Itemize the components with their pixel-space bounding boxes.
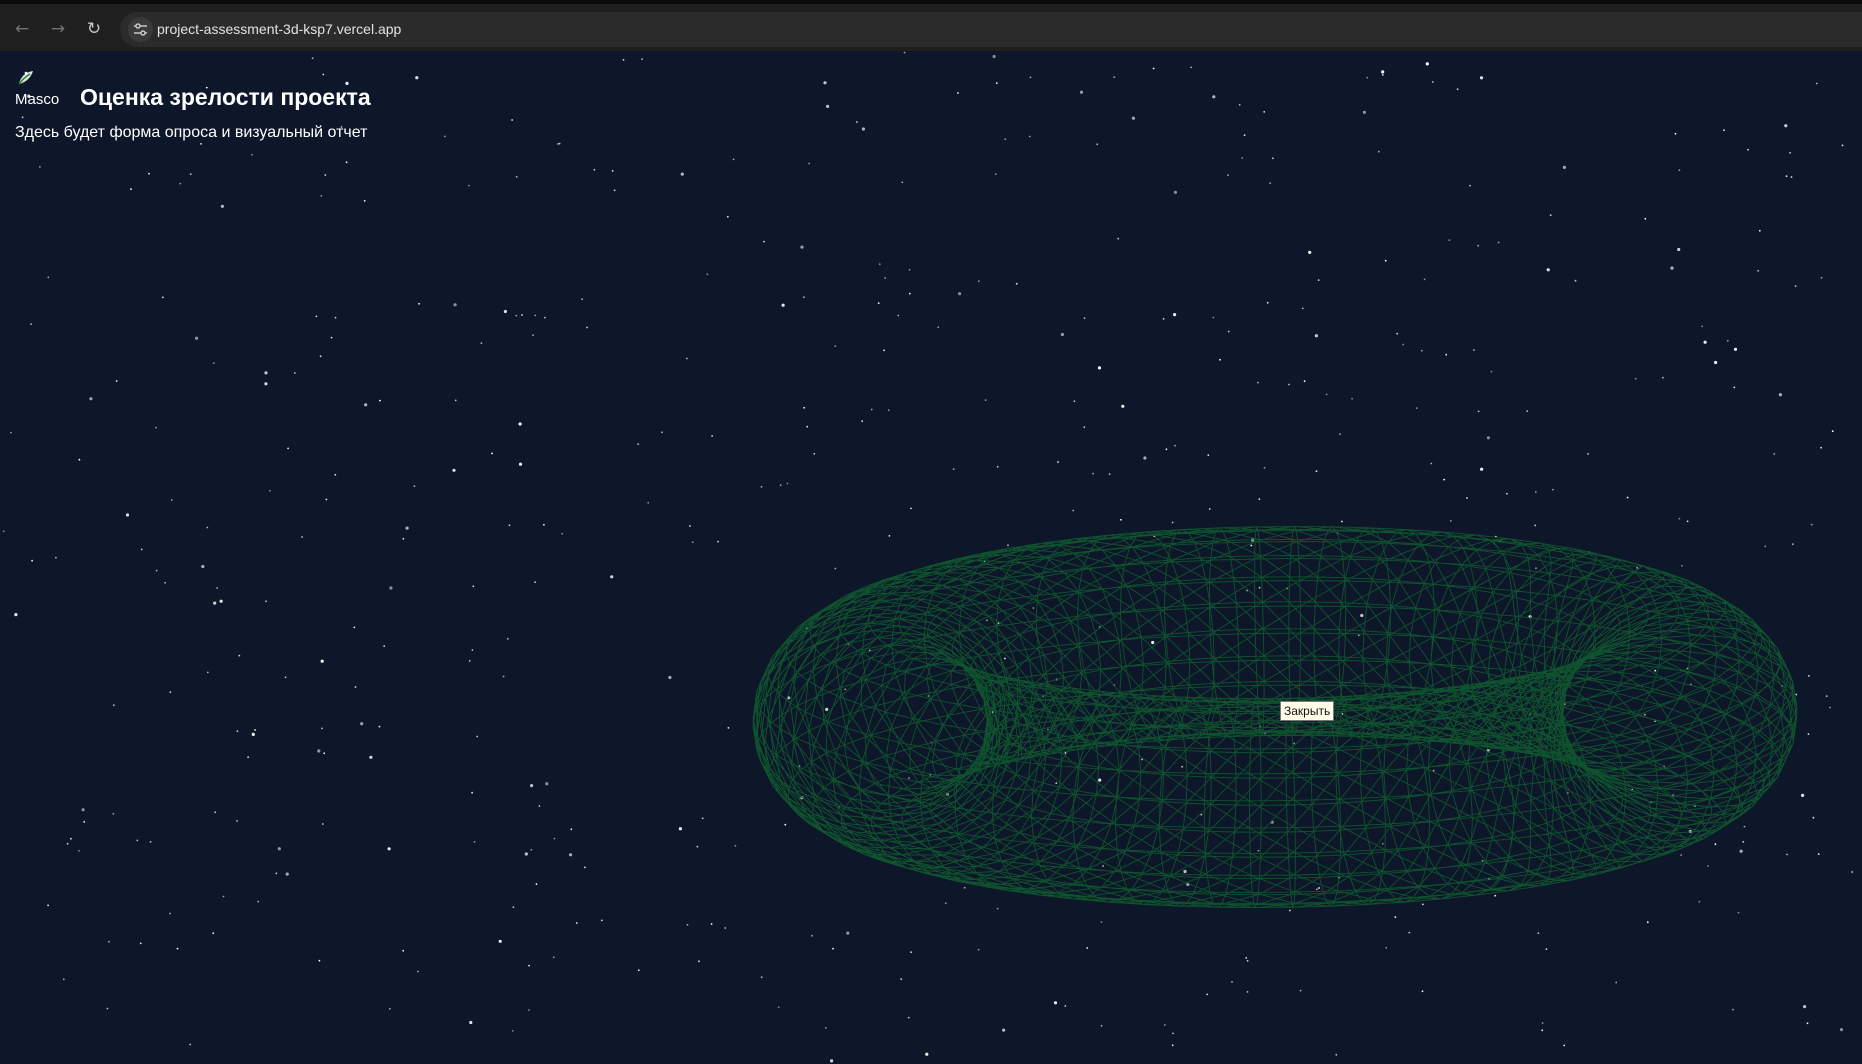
page-viewport: Masco Оценка зрелости проекта Здесь буде… <box>0 51 1862 1064</box>
reload-icon[interactable]: ↻ <box>82 17 106 41</box>
leaf-icon <box>18 71 33 85</box>
forward-arrow-icon[interactable]: → <box>46 17 70 41</box>
back-arrow-icon[interactable]: ← <box>10 17 34 41</box>
page-subtitle: Здесь будет форма опроса и визуальный от… <box>15 124 368 141</box>
tooltip: Закрыть <box>1280 701 1335 721</box>
site-info-icon[interactable] <box>128 17 153 42</box>
torus-mesh <box>752 525 1798 909</box>
logo-text: Masco <box>15 91 60 108</box>
url-text[interactable]: project-assessment-3d-ksp7.vercel.app <box>157 21 401 37</box>
masco-logo: Masco <box>15 59 65 111</box>
torus-wireframe-lines <box>752 525 1798 909</box>
wireframe-torus[interactable] <box>0 51 1862 1064</box>
address-bar[interactable]: project-assessment-3d-ksp7.vercel.app <box>120 12 1862 47</box>
page-title: Оценка зрелости проекта <box>80 84 371 110</box>
browser-toolbar: ← → ↻ project-assessment-3d-ksp7.vercel.… <box>0 0 1862 51</box>
